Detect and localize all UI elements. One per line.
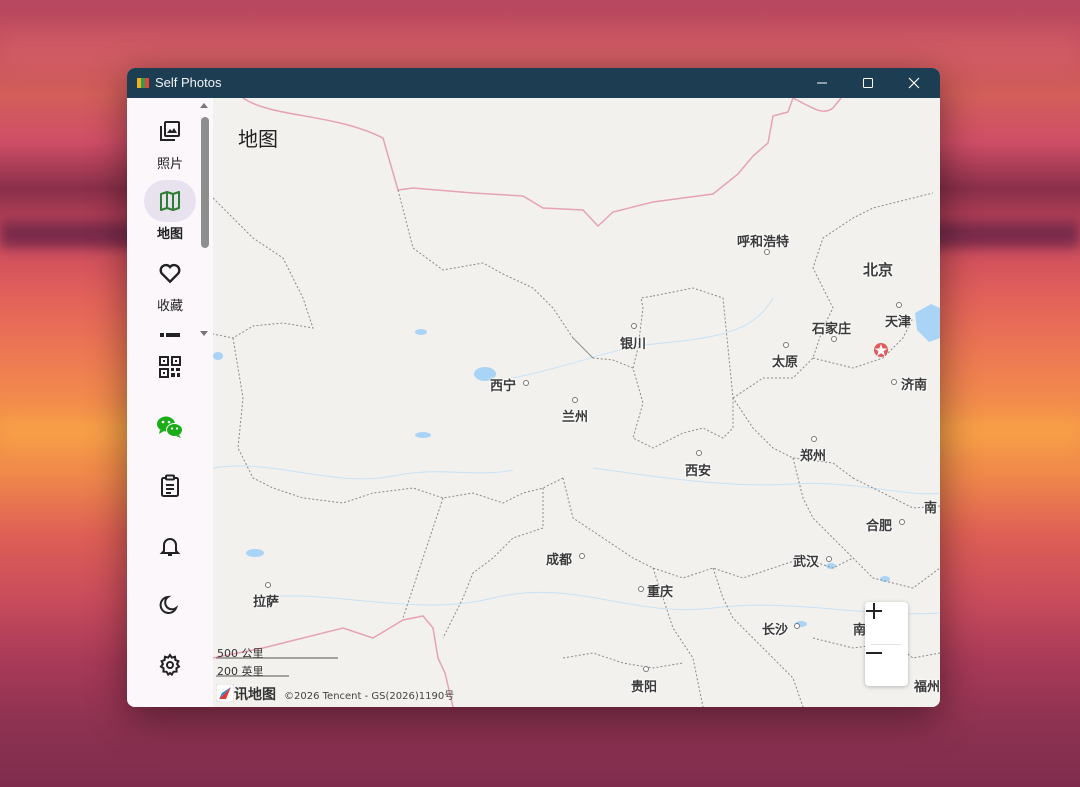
nav-label-favorites: 收藏 xyxy=(156,299,183,314)
minimize-button[interactable] xyxy=(799,68,845,98)
page-title: 地图 xyxy=(238,127,278,151)
scale-metric: 500 公里 xyxy=(217,647,264,660)
clipboard-icon xyxy=(161,474,179,497)
zoom-in-button[interactable] xyxy=(865,602,908,644)
app-window: Self Photos 照片 地图 收藏 地图 呼和浩特 北京 天津 石家庄 银… xyxy=(127,68,940,707)
maximize-icon xyxy=(863,78,873,88)
city-label[interactable]: 武汉 xyxy=(793,551,819,570)
city-label[interactable]: 兰州 xyxy=(562,406,588,425)
city-dot xyxy=(631,323,637,329)
city-label[interactable]: 贵阳 xyxy=(631,676,657,695)
city-label[interactable]: 郑州 xyxy=(800,445,826,464)
map-copyright: ©2026 Tencent - GS(2026)1190号 xyxy=(284,690,455,702)
app-logo-icon xyxy=(137,78,149,88)
city-dot xyxy=(899,519,905,525)
city-dot xyxy=(579,553,585,559)
city-dot xyxy=(696,450,702,456)
city-dot xyxy=(523,380,529,386)
city-label[interactable]: 重庆 xyxy=(647,581,673,600)
nav-item-dark-mode[interactable] xyxy=(127,584,213,626)
city-label[interactable]: 济南 xyxy=(901,374,927,393)
scale-imperial: 200 英里 xyxy=(217,665,264,678)
moon-icon xyxy=(159,595,179,614)
photos-icon xyxy=(160,121,180,141)
city-label[interactable]: 合肥 xyxy=(866,515,892,534)
city-dot xyxy=(896,302,902,308)
city-dot xyxy=(783,342,789,348)
nav-item-settings[interactable] xyxy=(127,644,213,686)
city-label[interactable]: 北京 xyxy=(863,259,893,280)
qr-code-icon xyxy=(159,356,181,378)
title-bar: Self Photos xyxy=(127,68,940,98)
city-label[interactable]: 西宁 xyxy=(490,375,516,394)
gear-icon xyxy=(159,653,181,677)
city-label[interactable]: 南 xyxy=(924,497,937,516)
wechat-icon xyxy=(157,416,183,438)
nav-item-notifications[interactable] xyxy=(127,525,213,567)
city-label[interactable]: 天津 xyxy=(885,311,911,330)
nav-item-wechat[interactable] xyxy=(127,406,213,448)
close-button[interactable] xyxy=(891,68,937,98)
tencent-map-logo-icon xyxy=(216,684,234,702)
nav-item-qr[interactable] xyxy=(127,346,213,388)
city-label[interactable]: 银川 xyxy=(620,333,646,352)
city-dot xyxy=(643,666,649,672)
app-title: Self Photos xyxy=(155,75,222,90)
city-label[interactable]: 福州 xyxy=(914,676,940,695)
nav-label-photos: 照片 xyxy=(156,157,183,172)
city-dot xyxy=(265,582,271,588)
zoom-control xyxy=(865,602,908,686)
city-dot xyxy=(572,397,578,403)
nav-item-clipboard[interactable] xyxy=(127,465,213,507)
city-label[interactable]: 西安 xyxy=(685,460,711,479)
maximize-button[interactable] xyxy=(845,68,891,98)
bell-icon xyxy=(159,538,181,556)
city-dot xyxy=(764,249,770,255)
city-dot xyxy=(638,586,644,592)
nav-label-map: 地图 xyxy=(156,227,183,242)
navigation-sidebar: 照片 地图 收藏 xyxy=(127,98,213,707)
city-label[interactable]: 长沙 xyxy=(762,619,788,638)
city-dot xyxy=(811,436,817,442)
heart-icon xyxy=(159,263,181,284)
zoom-out-button[interactable] xyxy=(865,644,908,686)
plus-icon xyxy=(866,603,882,619)
minimize-icon xyxy=(817,82,827,84)
city-dot xyxy=(891,379,897,385)
map-attribution: 腾讯地图 ©2026 Tencent - GS(2026)1190号 xyxy=(216,684,454,704)
city-label[interactable]: 拉萨 xyxy=(253,591,279,610)
close-icon xyxy=(908,77,920,89)
city-label[interactable]: 太原 xyxy=(772,351,798,370)
minus-icon xyxy=(866,652,882,654)
city-dot xyxy=(794,623,800,629)
more-icon xyxy=(160,333,180,337)
city-label[interactable]: 石家庄 xyxy=(812,318,851,337)
city-dot xyxy=(826,556,832,562)
map-view[interactable]: 地图 呼和浩特 北京 天津 石家庄 银川 太原 济南 西宁 兰州 郑州 西安 南… xyxy=(213,98,940,707)
city-label[interactable]: 成都 xyxy=(546,549,572,568)
sidebar-scroll-thumb[interactable] xyxy=(201,117,209,248)
map-icon xyxy=(160,191,180,211)
city-label[interactable]: 呼和浩特 xyxy=(737,231,789,250)
city-dot xyxy=(831,336,837,342)
